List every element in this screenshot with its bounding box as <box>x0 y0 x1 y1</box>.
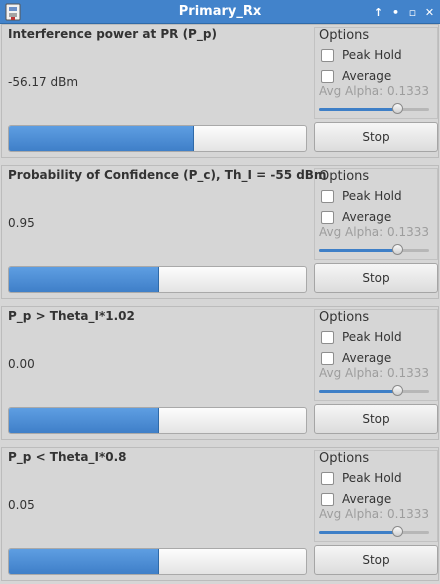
slider-fill <box>319 390 398 393</box>
minimize-icon[interactable]: • <box>387 0 404 24</box>
peak-hold-checkbox[interactable]: Peak Hold <box>321 47 402 63</box>
avg-alpha-slider[interactable] <box>319 385 429 396</box>
metric-title: Interference power at PR (P_p) <box>8 27 217 41</box>
options-group: Options Peak Hold Average Avg Alpha: 0.1… <box>314 27 438 119</box>
window-titlebar[interactable]: Primary_Rx ↑ • ▫ ✕ <box>0 0 440 24</box>
options-group: Options Peak Hold Average Avg Alpha: 0.1… <box>314 309 438 401</box>
metric-value: 0.00 <box>8 357 35 371</box>
metric-panel-pp-less-theta: P_p < Theta_I*0.8 0.05 Options Peak Hold… <box>1 447 439 581</box>
stop-button[interactable]: Stop <box>314 404 438 434</box>
peak-hold-label: Peak Hold <box>342 48 402 62</box>
checkbox-icon[interactable] <box>321 330 334 344</box>
average-checkbox[interactable]: Average <box>321 491 391 507</box>
slider-handle[interactable] <box>392 526 404 537</box>
level-bar-fill <box>9 549 159 574</box>
checkbox-icon[interactable] <box>321 471 334 485</box>
avg-alpha-slider[interactable] <box>319 103 429 114</box>
options-label: Options <box>319 28 370 43</box>
stop-button[interactable]: Stop <box>314 122 438 152</box>
options-label: Options <box>319 451 370 466</box>
metric-display: Interference power at PR (P_p) -56.17 dB… <box>5 27 311 159</box>
peak-hold-label: Peak Hold <box>342 330 402 344</box>
checkbox-icon[interactable] <box>321 492 334 506</box>
metric-panel-probability-confidence: Probability of Confidence (P_c), Th_I = … <box>1 165 439 299</box>
maximize-icon[interactable]: ▫ <box>404 0 421 24</box>
stop-button[interactable]: Stop <box>314 545 438 575</box>
level-bar <box>8 548 307 575</box>
metric-value: -56.17 dBm <box>8 75 79 89</box>
checkbox-icon[interactable] <box>321 210 334 224</box>
slider-handle[interactable] <box>392 244 404 255</box>
level-bar-fill <box>9 126 195 151</box>
peak-hold-checkbox[interactable]: Peak Hold <box>321 470 402 486</box>
metric-title: P_p > Theta_I*1.02 <box>8 309 135 323</box>
slider-handle[interactable] <box>392 103 404 114</box>
metric-panel-pp-greater-theta: P_p > Theta_I*1.02 0.00 Options Peak Hol… <box>1 306 439 440</box>
slider-fill <box>319 249 398 252</box>
average-checkbox[interactable]: Average <box>321 350 391 366</box>
metric-display: Probability of Confidence (P_c), Th_I = … <box>5 168 326 300</box>
options-label: Options <box>319 169 370 184</box>
avg-alpha-label: Avg Alpha: 0.1333 <box>319 366 430 380</box>
avg-alpha-label: Avg Alpha: 0.1333 <box>319 507 430 521</box>
options-label: Options <box>319 310 370 325</box>
checkbox-icon[interactable] <box>321 189 334 203</box>
slider-handle[interactable] <box>392 385 404 396</box>
keep-above-icon[interactable]: ↑ <box>370 0 387 24</box>
average-label: Average <box>342 210 392 224</box>
stop-button[interactable]: Stop <box>314 263 438 293</box>
metric-display: P_p > Theta_I*1.02 0.00 <box>5 309 311 441</box>
level-bar <box>8 407 307 434</box>
metric-title: P_p < Theta_I*0.8 <box>8 450 127 464</box>
average-checkbox[interactable]: Average <box>321 209 391 225</box>
options-group: Options Peak Hold Average Avg Alpha: 0.1… <box>314 168 438 260</box>
level-bar-fill <box>9 267 159 292</box>
average-label: Average <box>342 351 392 365</box>
average-label: Average <box>342 69 392 83</box>
peak-hold-checkbox[interactable]: Peak Hold <box>321 188 402 204</box>
level-bar <box>8 125 307 152</box>
metric-display: P_p < Theta_I*0.8 0.05 <box>5 450 311 582</box>
average-checkbox[interactable]: Average <box>321 68 391 84</box>
checkbox-icon[interactable] <box>321 48 334 62</box>
metric-value: 0.95 <box>8 216 35 230</box>
metric-title: Probability of Confidence (P_c), Th_I = … <box>8 168 327 182</box>
metric-panel-interference-power: Interference power at PR (P_p) -56.17 dB… <box>1 24 439 158</box>
slider-fill <box>319 531 398 534</box>
checkbox-icon[interactable] <box>321 351 334 365</box>
peak-hold-checkbox[interactable]: Peak Hold <box>321 329 402 345</box>
average-label: Average <box>342 492 392 506</box>
avg-alpha-label: Avg Alpha: 0.1333 <box>319 225 430 239</box>
options-group: Options Peak Hold Average Avg Alpha: 0.1… <box>314 450 438 542</box>
avg-alpha-label: Avg Alpha: 0.1333 <box>319 84 430 98</box>
peak-hold-label: Peak Hold <box>342 189 402 203</box>
peak-hold-label: Peak Hold <box>342 471 402 485</box>
slider-fill <box>319 108 398 111</box>
level-bar-fill <box>9 408 159 433</box>
avg-alpha-slider[interactable] <box>319 526 429 537</box>
checkbox-icon[interactable] <box>321 69 334 83</box>
metric-value: 0.05 <box>8 498 35 512</box>
level-bar <box>8 266 307 293</box>
avg-alpha-slider[interactable] <box>319 244 429 255</box>
close-icon[interactable]: ✕ <box>421 0 438 24</box>
